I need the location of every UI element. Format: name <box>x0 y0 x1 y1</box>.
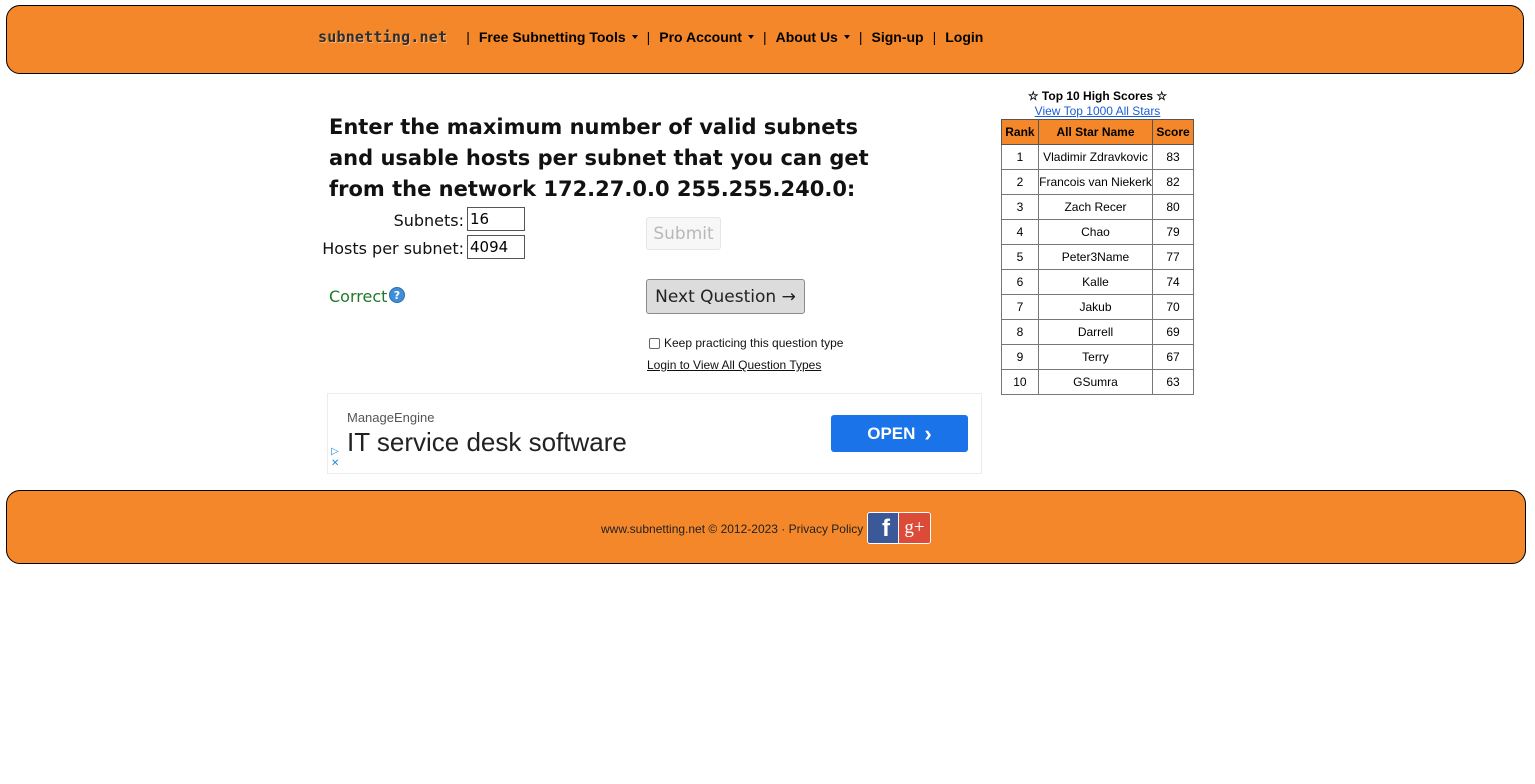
facebook-icon[interactable]: f <box>868 513 899 543</box>
column-header-name: All Star Name <box>1037 119 1154 145</box>
help-icon[interactable]: ? <box>389 287 405 303</box>
nav-sign-up[interactable]: Sign-up <box>871 29 923 45</box>
name-cell: Terry <box>1037 344 1154 370</box>
name-cell: Peter3Name <box>1037 244 1154 270</box>
nav-pro-account-label: Pro Account <box>659 29 742 45</box>
name-cell: Jakub <box>1037 294 1154 320</box>
score-cell: 69 <box>1152 319 1194 345</box>
rank-cell: 9 <box>1001 344 1039 370</box>
high-scores-table: Rank All Star Name Score 1 Vladimir Zdrav… <box>1001 119 1194 395</box>
rank-cell: 4 <box>1001 219 1039 245</box>
keep-practicing-label: Keep practicing this question type <box>664 336 844 350</box>
table-row: 10 GSumra 63 <box>1001 369 1194 395</box>
nav-pro-account[interactable]: Pro Account <box>659 29 754 45</box>
rank-cell: 10 <box>1001 369 1039 395</box>
rank-cell: 1 <box>1001 144 1039 170</box>
table-row: 6 Kalle 74 <box>1001 269 1194 295</box>
caret-down-icon <box>747 35 754 39</box>
name-cell: Darrell <box>1037 319 1154 345</box>
table-row: 3 Zach Recer 80 <box>1001 194 1194 220</box>
footer-copyright[interactable]: www.subnetting.net © 2012-2023 · Privacy… <box>601 522 863 536</box>
hosts-per-subnet-label: Hosts per subnet: <box>322 239 464 258</box>
score-cell: 83 <box>1152 144 1194 170</box>
main-nav: subnetting.net | Free Subnetting Tools |… <box>318 27 983 47</box>
score-cell: 70 <box>1152 294 1194 320</box>
keep-practicing[interactable]: Keep practicing this question type <box>649 336 843 350</box>
score-cell: 74 <box>1152 269 1194 295</box>
table-row: 7 Jakub 70 <box>1001 294 1194 320</box>
nav-free-subnetting-tools[interactable]: Free Subnetting Tools <box>479 29 638 45</box>
nav-separator: | <box>646 29 651 45</box>
rank-cell: 6 <box>1001 269 1039 295</box>
name-cell: Vladimir Zdravkovic <box>1037 144 1154 170</box>
nav-separator: | <box>932 29 937 45</box>
view-top-1000-link[interactable]: View Top 1000 All Stars <box>1001 104 1194 118</box>
social-links: f g+ <box>867 512 931 544</box>
score-cell: 82 <box>1152 169 1194 195</box>
ad-open-label: OPEN <box>867 423 916 443</box>
name-cell: Francois van Niekerk <box>1037 169 1154 195</box>
rank-cell: 5 <box>1001 244 1039 270</box>
ad-close-icon[interactable]: ✕ <box>331 458 339 470</box>
table-row: 5 Peter3Name 77 <box>1001 244 1194 270</box>
next-question-button[interactable]: Next Question → <box>646 279 805 314</box>
high-scores-title: ☆ Top 10 High Scores ☆ <box>1027 89 1168 103</box>
nav-about-us-label: About Us <box>775 29 838 45</box>
site-logo[interactable]: subnetting.net <box>318 28 447 46</box>
hosts-per-subnet-input[interactable] <box>467 235 525 259</box>
result-correct: Correct <box>329 287 388 306</box>
name-cell: Kalle <box>1037 269 1154 295</box>
login-view-all-link[interactable]: Login to View All Question Types <box>647 358 821 372</box>
subnets-label: Subnets: <box>393 211 464 230</box>
rank-cell: 8 <box>1001 319 1039 345</box>
ad-banner[interactable]: ManageEngine IT service desk software OP… <box>327 393 982 474</box>
rank-cell: 3 <box>1001 194 1039 220</box>
ad-open-button[interactable]: OPEN › <box>831 415 968 452</box>
score-cell: 63 <box>1152 369 1194 395</box>
submit-button[interactable]: Submit <box>646 217 721 250</box>
caret-down-icon <box>843 35 850 39</box>
chevron-right-icon: › <box>924 421 932 446</box>
subnets-input[interactable] <box>467 207 525 231</box>
ad-headline[interactable]: IT service desk software <box>347 427 627 458</box>
table-row: 4 Chao 79 <box>1001 219 1194 245</box>
table-row: 1 Vladimir Zdravkovic 83 <box>1001 144 1194 170</box>
score-cell: 79 <box>1152 219 1194 245</box>
caret-down-icon <box>631 35 638 39</box>
score-cell: 77 <box>1152 244 1194 270</box>
nav-about-us[interactable]: About Us <box>776 29 850 45</box>
column-header-rank: Rank <box>1001 119 1039 145</box>
keep-practicing-checkbox[interactable] <box>649 337 660 349</box>
ad-play-icon: ▷ <box>331 446 339 457</box>
table-row: 8 Darrell 69 <box>1001 319 1194 345</box>
ad-brand: ManageEngine <box>347 410 435 425</box>
name-cell: Chao <box>1037 219 1154 245</box>
score-cell: 67 <box>1152 344 1194 370</box>
score-cell: 80 <box>1152 194 1194 220</box>
nav-separator: | <box>466 29 470 45</box>
table-row: 9 Terry 67 <box>1001 344 1194 370</box>
name-cell: GSumra <box>1037 369 1154 395</box>
rank-cell: 2 <box>1001 169 1039 195</box>
google-plus-icon[interactable]: g+ <box>899 513 930 543</box>
nav-free-subnetting-tools-label: Free Subnetting Tools <box>478 29 626 45</box>
nav-login[interactable]: Login <box>945 29 983 45</box>
name-cell: Zach Recer <box>1037 194 1154 220</box>
table-row: 2 Francois van Niekerk 82 <box>1001 169 1194 195</box>
table-header-row: Rank All Star Name Score <box>1001 119 1194 145</box>
rank-cell: 7 <box>1001 294 1039 320</box>
ad-choices[interactable]: ▷ ✕ <box>331 446 339 470</box>
column-header-score: Score <box>1152 119 1194 145</box>
question-text: Enter the maximum number of valid subnet… <box>329 115 869 201</box>
nav-separator: | <box>762 29 767 45</box>
nav-separator: | <box>858 29 863 45</box>
